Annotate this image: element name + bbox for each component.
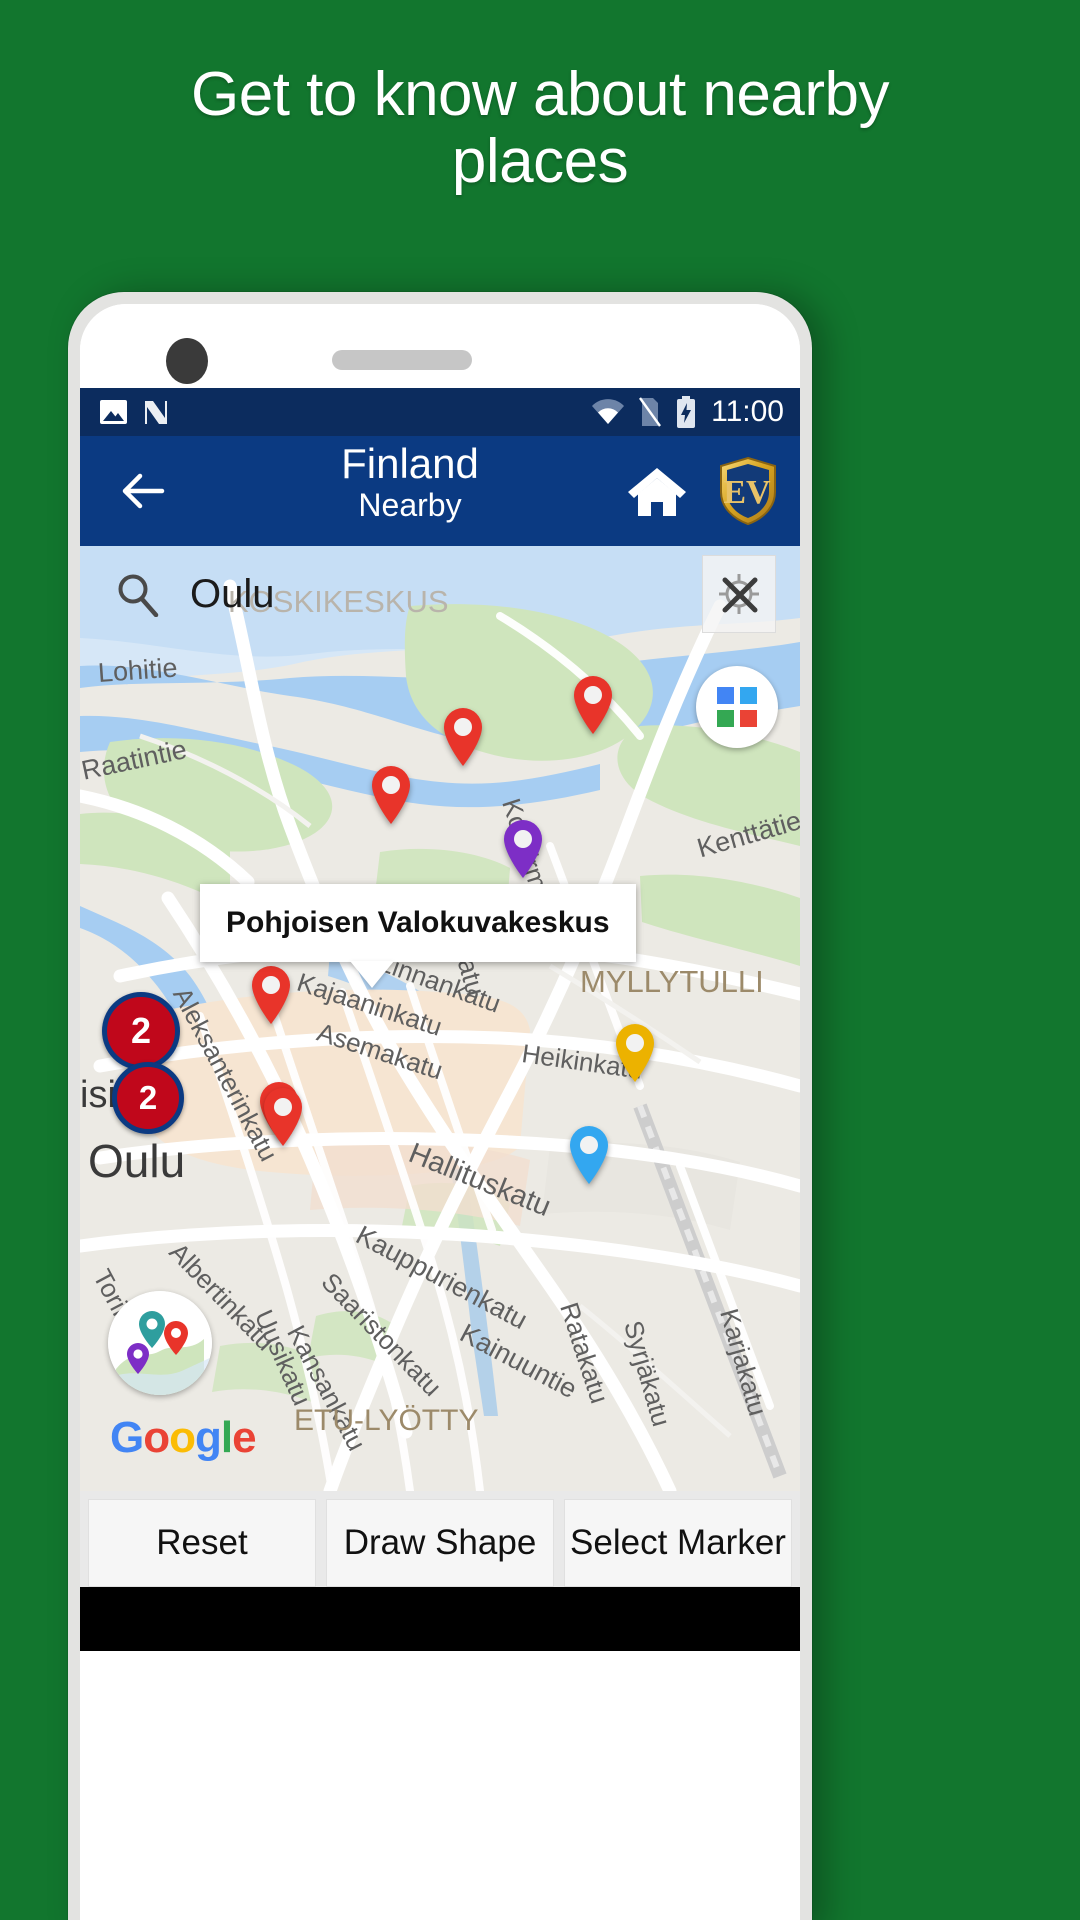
map-search-bar[interactable]: Oulu: [80, 546, 800, 642]
reset-button[interactable]: Reset: [88, 1499, 316, 1587]
cluster-count: 2: [130, 1010, 152, 1051]
photo-icon: [100, 400, 127, 424]
marker-info-window[interactable]: Pohjoisen Valokuvakeskus: [200, 884, 636, 962]
marker-legend-button[interactable]: [108, 1291, 212, 1395]
sim-off-icon: [639, 397, 662, 427]
select-marker-button[interactable]: Select Marker: [564, 1499, 792, 1587]
wm-e: e: [232, 1413, 257, 1462]
back-button[interactable]: [116, 464, 170, 518]
cluster-2-upper[interactable]: 2: [102, 992, 180, 1070]
button-label: Draw Shape: [343, 1523, 537, 1562]
nougat-icon: [143, 398, 169, 426]
map-view[interactable]: KOSKIKESKUS Lohitie Raatintie Kenttätie Kosk…: [80, 546, 800, 1491]
wm-o2: o: [169, 1413, 196, 1462]
earpiece-speaker: [332, 350, 472, 370]
wm-g: G: [110, 1413, 144, 1462]
promo-headline: Get to know about nearby places: [190, 60, 890, 196]
info-window-title: Pohjoisen Valokuvakeskus: [226, 906, 610, 939]
google-watermark: Google: [110, 1413, 257, 1463]
status-bar-left-icons: [100, 398, 169, 426]
battery-charging-icon: [675, 396, 697, 428]
wm-o1: o: [143, 1413, 170, 1462]
phone-screen: 11:00 Finland Nearby EV KOSKIKESKUS Lohi…: [80, 304, 800, 1920]
android-status-bar: 11:00: [80, 388, 800, 436]
phone-frame: 11:00 Finland Nearby EV KOSKIKESKUS Lohi…: [68, 292, 812, 1920]
clear-location-icon[interactable]: [702, 555, 776, 633]
brand-badge-ev[interactable]: EV: [718, 456, 778, 526]
wm-l: l: [220, 1413, 233, 1462]
wifi-icon: [591, 399, 625, 425]
status-bar-right-icons: 11:00: [591, 395, 784, 429]
wm-g2: g: [195, 1413, 222, 1462]
front-camera-icon: [166, 338, 208, 384]
bottom-button-bar: Reset Draw Shape Select Marker: [80, 1491, 800, 1587]
search-icon: [114, 571, 160, 618]
cluster-count: 2: [138, 1079, 158, 1116]
cluster-2-lower[interactable]: 2: [112, 1062, 184, 1134]
toolbar-actions: EV: [626, 456, 778, 526]
button-label: Select Marker: [570, 1523, 786, 1562]
app-toolbar: Finland Nearby EV: [80, 436, 800, 546]
home-icon[interactable]: [626, 464, 688, 518]
status-bar-clock: 11:00: [711, 395, 784, 428]
android-nav-bar: [80, 1587, 800, 1651]
button-label: Reset: [156, 1523, 248, 1562]
draw-shape-button[interactable]: Draw Shape: [326, 1499, 554, 1587]
layers-grid-button[interactable]: [696, 666, 778, 748]
phone-bezel-top: [80, 304, 800, 388]
grid-icon: [717, 687, 757, 727]
svg-text:EV: EV: [723, 474, 771, 511]
search-input[interactable]: Oulu: [190, 572, 275, 617]
